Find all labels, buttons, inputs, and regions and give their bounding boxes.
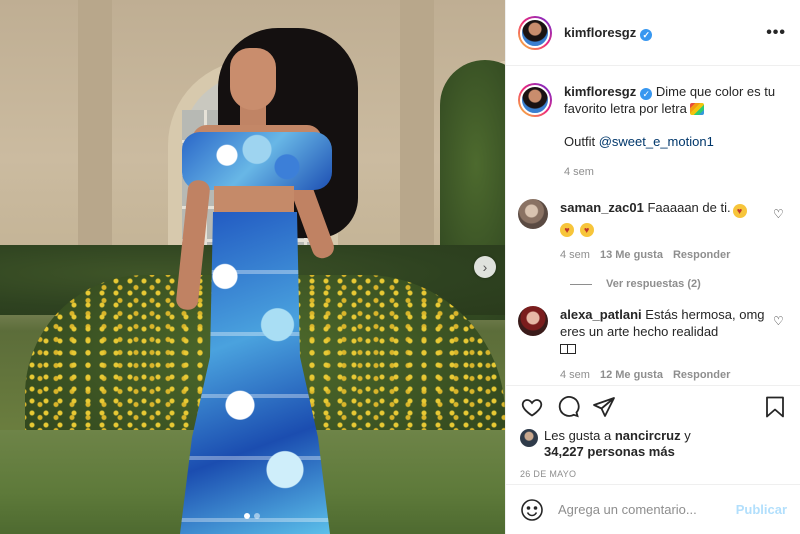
smiley-icon[interactable] (520, 498, 544, 522)
caption-username[interactable]: kimfloresgz (564, 84, 636, 99)
post-date[interactable]: 26 DE MAYO (520, 469, 787, 479)
comment-like-heart-icon[interactable]: ♡ (773, 207, 785, 221)
wall-pillar (78, 0, 112, 265)
view-replies-label: Ver respuestas (2) (606, 278, 701, 290)
divider-line (570, 283, 592, 285)
post-actions-section: Les gusta a nancircruz y 34,227 personas… (506, 385, 800, 479)
comments-list[interactable]: kimfloresgz ✓ Dime que color es tu favori… (506, 67, 800, 385)
reply-button[interactable]: Responder (673, 367, 730, 384)
bookmark-icon[interactable] (763, 395, 787, 419)
liker-username[interactable]: nancircruz (615, 428, 681, 443)
author-username[interactable]: kimfloresgz ✓ (564, 25, 653, 41)
liker-avatar[interactable] (520, 429, 538, 447)
commenter-avatar[interactable] (518, 306, 548, 336)
likes-connector: y (684, 428, 691, 443)
comment-likes[interactable]: 12 Me gusta (600, 367, 663, 384)
view-replies-button[interactable]: Ver respuestas (2) (570, 278, 787, 290)
caption-avatar[interactable] (518, 83, 552, 117)
caption-mention-link[interactable]: @sweet_e_motion1 (599, 134, 714, 149)
comment-item: saman_zac01 Faaaaan de ti. ♥ ♥ ♥ 4 sem 13… (518, 199, 787, 264)
comment-likes[interactable]: 13 Me gusta (600, 247, 663, 264)
likes-prefix: Les gusta a (544, 428, 612, 443)
verified-badge-icon: ✓ (640, 28, 653, 41)
reply-button[interactable]: Responder (673, 247, 730, 264)
caption: kimfloresgz ✓ Dime que color es tu favori… (518, 83, 787, 181)
comment-input[interactable] (558, 502, 736, 517)
carousel-next-button[interactable]: › (474, 256, 496, 278)
action-bar (520, 386, 787, 428)
comment-time[interactable]: 4 sem (560, 247, 590, 264)
post-side-panel: kimfloresgz ✓ ••• kimfloresgz ✓ Dime que c… (505, 0, 800, 534)
heart-icon[interactable] (520, 395, 544, 419)
comment-text: Faaaaan de ti. (647, 200, 731, 215)
smiling-cat-heart-eyes-emoji: ♥ (579, 223, 594, 237)
add-comment-bar: Publicar (506, 484, 800, 534)
comment-icon[interactable] (556, 395, 580, 419)
commenter-avatar[interactable] (518, 199, 548, 229)
smiling-cat-heart-eyes-emoji: ♥ (560, 223, 574, 237)
carousel-dot (254, 513, 260, 519)
comment-item: alexa_patlani Estás hermosa, omg eres un… (518, 306, 787, 384)
author-avatar[interactable] (518, 15, 552, 50)
publish-button[interactable]: Publicar (736, 502, 787, 517)
carousel-dot-active (244, 513, 250, 519)
wall-pillar (400, 0, 434, 265)
comment-username[interactable]: saman_zac01 (560, 200, 644, 215)
comment-like-heart-icon[interactable]: ♡ (773, 314, 785, 328)
post-photo[interactable]: › (0, 0, 505, 534)
caption-outfit-label: Outfit (564, 134, 596, 149)
verified-badge-icon: ✓ (640, 88, 653, 100)
paper-plane-icon[interactable] (592, 395, 616, 419)
post-header: kimfloresgz ✓ ••• (506, 0, 800, 66)
likes-summary[interactable]: Les gusta a nancircruz y 34,227 personas… (520, 428, 787, 460)
comment-username[interactable]: alexa_patlani (560, 307, 642, 322)
unsupported-emoji-glyph (560, 344, 576, 354)
carousel-dots (244, 513, 260, 519)
model-face (230, 48, 276, 110)
rainbow-emoji (690, 103, 705, 115)
caption-time[interactable]: 4 sem (564, 164, 594, 181)
smiling-cat-heart-eyes-emoji: ♥ (732, 204, 747, 218)
more-options-icon[interactable]: ••• (766, 24, 786, 42)
comment-time[interactable]: 4 sem (560, 367, 590, 384)
likes-count[interactable]: 34,227 personas más (544, 444, 675, 459)
model-midriff (214, 186, 294, 216)
